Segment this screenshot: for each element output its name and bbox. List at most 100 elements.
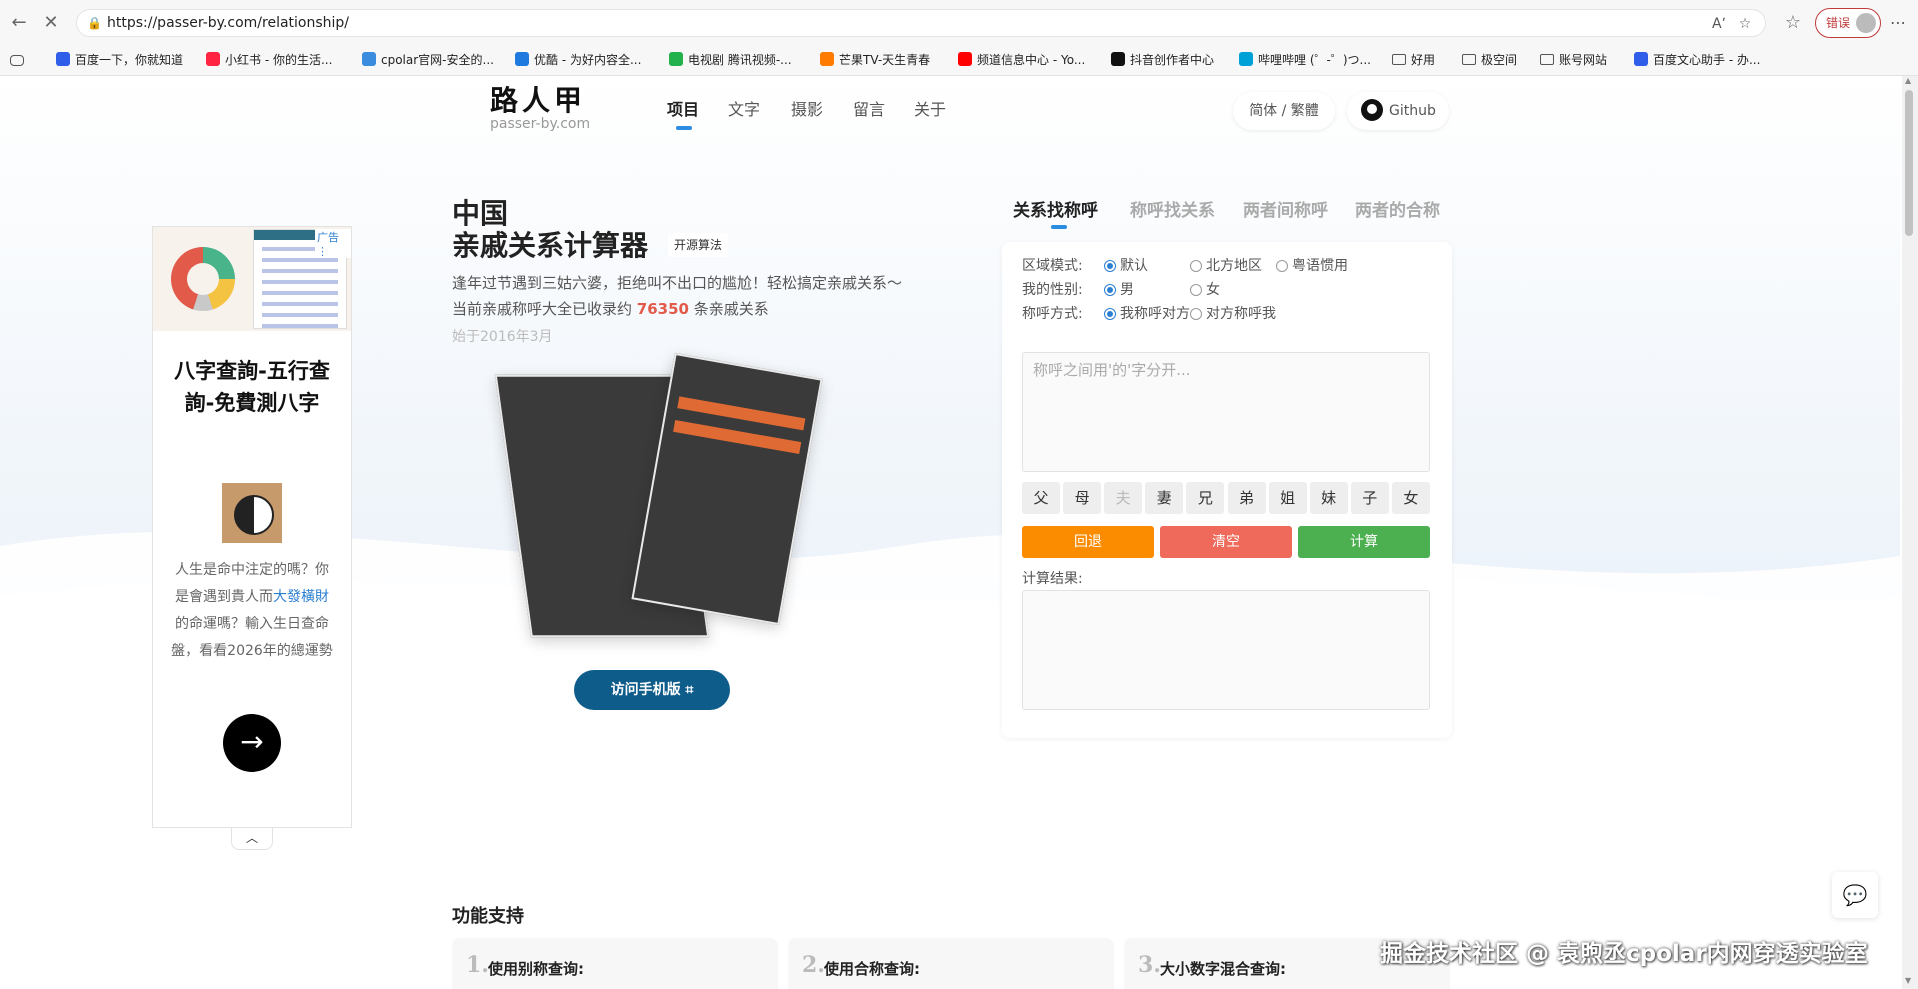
radio-label[interactable]: 对方称呼我 — [1206, 304, 1276, 324]
gender-label: 我的性别: — [1022, 282, 1083, 298]
address-bar[interactable]: 🔒 https://passer-by.com/relationship/ Aʼ… — [76, 9, 1766, 37]
radio-button[interactable] — [1104, 260, 1116, 272]
scroll-down-icon[interactable]: ▼ — [1905, 976, 1911, 985]
nav-item[interactable]: 文字 — [728, 96, 760, 120]
back-button[interactable]: 回退 — [1022, 526, 1154, 558]
visit-mobile-button[interactable]: 访问手机版 ⌗ — [574, 670, 730, 710]
feature-title: 大小数字混合查询: — [1160, 960, 1286, 978]
yin-yang-icon — [222, 483, 282, 543]
radio-label[interactable]: 默认 — [1120, 256, 1148, 276]
ad-image[interactable]: 广告 ⋮ — [153, 227, 351, 331]
nav-item[interactable]: 项目 — [667, 96, 699, 120]
site-logo[interactable]: 路人甲 passer-by.com — [490, 86, 600, 133]
bookmark-label: 优酷 - 为好内容全... — [534, 53, 642, 67]
avatar — [1856, 13, 1876, 33]
bookmark-label: 频道信息中心 - Yo... — [977, 53, 1086, 67]
radio-label[interactable]: 男 — [1120, 280, 1134, 300]
mobile-button-label: 访问手机版 — [610, 682, 681, 698]
qr-code-icon: ⌗ — [685, 682, 694, 698]
language-switch-label: 简体 / 繁體 — [1249, 103, 1319, 119]
ad-label[interactable]: 广告 ⋮ — [315, 229, 351, 258]
bookmark-favicon-icon — [820, 52, 834, 66]
bookmark-favicon-icon — [515, 52, 529, 66]
feature-card: 2. 使用合称查询: — [788, 938, 1114, 989]
relation-key[interactable]: 夫 — [1104, 482, 1143, 514]
language-switch[interactable]: 简体 / 繁體 — [1233, 92, 1335, 130]
bookmark-item[interactable]: 抖音创作者中心 — [1111, 50, 1214, 70]
bookmark-item[interactable]: 电视剧 腾讯视频-... — [669, 50, 792, 70]
nav-item[interactable]: 留言 — [853, 96, 885, 120]
bookmark-label: 好用 — [1411, 53, 1436, 67]
radio-button[interactable] — [1104, 284, 1116, 296]
scroll-up-icon[interactable]: ▲ — [1905, 76, 1911, 85]
back-arrow-icon[interactable]: ← — [8, 12, 30, 34]
favorites-icon[interactable]: ☆ — [1782, 12, 1804, 34]
favorite-star-icon[interactable]: ☆ — [1735, 14, 1755, 34]
bookmark-item[interactable]: 百度文心助手 - 办... — [1634, 50, 1760, 70]
radio-button[interactable] — [1190, 260, 1202, 272]
lock-icon[interactable]: 🔒 — [87, 15, 103, 31]
bookmark-item[interactable]: 小红书 - 你的生活... — [206, 50, 332, 70]
bookmark-item[interactable]: 百度一下，你就知道 — [56, 50, 183, 70]
relation-key[interactable]: 弟 — [1227, 482, 1266, 514]
relation-count: 76350 — [636, 300, 689, 318]
address-mode-label: 称呼方式: — [1022, 306, 1083, 322]
relation-input[interactable]: 称呼之间用'的'字分开... — [1022, 352, 1430, 472]
nav-item[interactable]: 关于 — [914, 96, 946, 120]
radio-button[interactable] — [1104, 308, 1116, 320]
relation-key[interactable]: 妹 — [1309, 482, 1348, 514]
radio-button[interactable] — [1190, 308, 1202, 320]
hero-count-line: 当前亲戚称呼大全已收录约 76350 条亲戚关系 — [452, 298, 769, 319]
relation-key[interactable]: 姐 — [1268, 482, 1307, 514]
open-source-badge[interactable]: 开源算法 — [668, 233, 729, 257]
radio-button[interactable] — [1190, 284, 1202, 296]
bookmark-item[interactable]: 好用 — [1392, 50, 1435, 70]
ad-desc-link[interactable]: 大發橫財 — [273, 589, 329, 605]
profile-error-button[interactable]: 错误 — [1815, 8, 1881, 38]
calculator-tab[interactable]: 两者的合称 — [1355, 196, 1440, 221]
bookmark-item[interactable]: 账号网站 — [1540, 50, 1607, 70]
relationship-calculator: 区域模式: 默认 北方地区 粤语惯用 我的性别: 男女 称呼方式: 我称呼对方 对方称… — [1002, 242, 1452, 738]
radio-label[interactable]: 我称呼对方 — [1120, 304, 1190, 324]
stop-loading-icon[interactable]: ✕ — [40, 12, 62, 34]
bookmark-item[interactable]: 优酷 - 为好内容全... — [515, 50, 641, 70]
bookmark-item[interactable]: 极空间 — [1462, 50, 1517, 70]
feature-card: 1. 使用别称查询: — [452, 938, 778, 989]
chevron-up-icon[interactable]: ︿ — [231, 828, 273, 850]
radio-button[interactable] — [1276, 260, 1288, 272]
folder-icon — [1392, 54, 1406, 65]
bookmark-item[interactable]: 哔哩哔哩 (゜-゜)つ... — [1239, 50, 1371, 70]
more-menu-icon[interactable]: ⋯ — [1887, 12, 1909, 34]
bookmark-item[interactable]: cpolar官网-安全的... — [362, 50, 494, 70]
ad-banner[interactable]: 广告 ⋮ 八字查詢-五行查詢-免費測八字 人生是命中注定的嗎？你是會遇到貴人而大… — [152, 226, 352, 828]
github-button[interactable]: Github — [1347, 92, 1449, 130]
calculator-tab[interactable]: 两者间称呼 — [1243, 196, 1328, 221]
chat-icon[interactable]: 💬 — [1832, 872, 1878, 918]
nav-item[interactable]: 摄影 — [791, 96, 823, 120]
result-output[interactable] — [1022, 590, 1430, 710]
bookmark-item[interactable]: 芒果TV-天生青春 — [820, 50, 930, 70]
arrow-right-icon[interactable]: → — [223, 714, 281, 772]
relation-key[interactable]: 母 — [1063, 482, 1102, 514]
scroll-thumb[interactable] — [1905, 90, 1913, 236]
calculate-button[interactable]: 计算 — [1298, 526, 1430, 558]
radio-label[interactable]: 粤语惯用 — [1292, 256, 1348, 276]
relation-key[interactable]: 兄 — [1186, 482, 1225, 514]
bookmark-item[interactable]: 频道信息中心 - Yo... — [958, 50, 1085, 70]
relation-key[interactable]: 女 — [1391, 482, 1430, 514]
calculator-tab[interactable]: 关系找称呼 — [1013, 196, 1098, 221]
clear-button[interactable]: 清空 — [1160, 526, 1292, 558]
relation-key[interactable]: 妻 — [1145, 482, 1184, 514]
bookmarks-toggle-icon[interactable] — [10, 51, 29, 71]
logo-subtext: passer-by.com — [490, 116, 591, 132]
radio-label[interactable]: 北方地区 — [1206, 256, 1262, 276]
ad-title[interactable]: 八字查詢-五行查詢-免費測八字 — [163, 355, 341, 419]
relation-key[interactable]: 父 — [1022, 482, 1060, 514]
read-aloud-icon[interactable]: Aʼ — [1709, 14, 1729, 34]
relation-key[interactable]: 子 — [1350, 482, 1389, 514]
ad-description[interactable]: 人生是命中注定的嗎？你是會遇到貴人而大發橫財的命運嗎？輸入生日查命盤，看看202… — [171, 557, 333, 665]
url-text[interactable]: https://passer-by.com/relationship/ — [107, 10, 349, 36]
page-scrollbar[interactable]: ▲ ▼ — [1902, 76, 1918, 989]
radio-label[interactable]: 女 — [1206, 280, 1220, 300]
calculator-tab[interactable]: 称呼找关系 — [1130, 196, 1215, 221]
